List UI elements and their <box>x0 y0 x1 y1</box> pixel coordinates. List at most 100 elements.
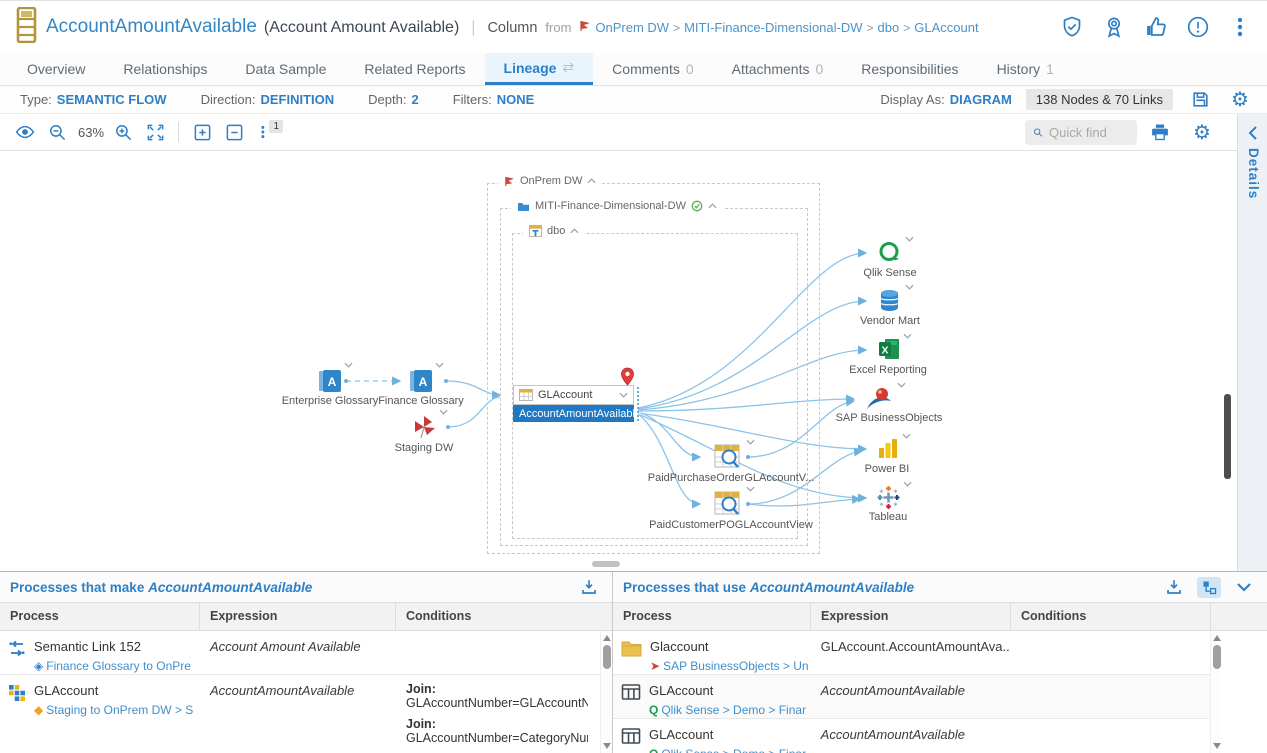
certified-shield-icon[interactable] <box>1059 14 1085 40</box>
tab-data-sample[interactable]: Data Sample <box>226 53 345 85</box>
collapse-chevron-icon[interactable] <box>570 228 579 234</box>
process-path-link[interactable]: ➤SAP BusinessObjects > Un <box>650 659 809 673</box>
overview-eye-icon[interactable] <box>12 119 38 145</box>
node-power-bi[interactable] <box>876 437 900 466</box>
scroll-down-arrow[interactable] <box>603 743 611 749</box>
scroll-up-arrow[interactable] <box>603 635 611 641</box>
node-chevron-icon[interactable] <box>897 382 906 388</box>
tree-view-toggle-icon[interactable] <box>1197 577 1221 598</box>
container-schema-header[interactable]: dbo <box>523 225 585 237</box>
node-vendor-mart[interactable] <box>877 288 902 318</box>
breadcrumb-link-database[interactable]: MITI-Finance-Dimensional-DW <box>684 20 862 35</box>
collapse-panel-chevron-icon[interactable] <box>1231 574 1257 600</box>
tab-attachments[interactable]: Attachments0 <box>713 53 843 85</box>
tab-lineage[interactable]: Lineage⇄ <box>485 53 594 85</box>
node-enterprise-glossary[interactable]: A <box>318 369 342 398</box>
node-chevron-icon[interactable] <box>439 409 448 415</box>
zoom-level: 63% <box>78 125 104 140</box>
lineage-canvas[interactable]: OnPrem DW MITI-Finance-Dimensional-DW db… <box>0 151 1237 571</box>
fit-to-screen-icon[interactable] <box>142 119 168 145</box>
download-icon[interactable] <box>1161 574 1187 600</box>
node-chevron-icon[interactable] <box>344 362 353 368</box>
breadcrumb-link-schema[interactable]: dbo <box>878 20 900 35</box>
node-label-paid-customer-po-view: PaidCustomerPOGLAccountView <box>646 519 816 531</box>
scroll-down-arrow[interactable] <box>1213 743 1221 749</box>
node-finance-glossary[interactable]: A <box>409 369 433 398</box>
collapse-chevron-icon[interactable] <box>708 203 717 209</box>
join-label: Join: <box>406 717 588 731</box>
canvas-horizontal-scrollbar[interactable] <box>592 561 620 567</box>
conditions-cell: Join: GLAccountNumber=GLAccountNum Join:… <box>396 675 588 753</box>
node-chevron-icon[interactable] <box>905 236 914 242</box>
use-row-glaccount-qlik-1[interactable]: GLAccount QQlik Sense > Demo > Finar Acc… <box>613 675 1210 719</box>
endorsement-ribbon-icon[interactable] <box>1101 14 1127 40</box>
tab-responsibilities[interactable]: Responsibilities <box>842 53 977 85</box>
direction-label: Direction: <box>201 92 256 107</box>
filters-value[interactable]: NONE <box>497 92 535 107</box>
node-chevron-icon[interactable] <box>903 481 912 487</box>
tab-overview[interactable]: Overview <box>8 53 104 85</box>
scroll-up-arrow[interactable] <box>1213 635 1221 641</box>
toolbar-more-icon[interactable]: 1 <box>259 119 285 145</box>
depth-value[interactable]: 2 <box>411 92 418 107</box>
folder-icon <box>621 638 642 667</box>
node-chevron-icon[interactable] <box>905 284 914 290</box>
node-chevron-icon[interactable] <box>746 486 755 492</box>
download-icon[interactable] <box>576 574 602 600</box>
expand-details-chevron-icon[interactable] <box>1248 126 1258 140</box>
use-row-glaccount-qlik-2[interactable]: GLAccount QQlik Sense > Demo > Finar Acc… <box>613 719 1210 753</box>
make-row-glaccount[interactable]: GLAccount ◆Staging to OnPrem DW > S Acco… <box>0 675 600 753</box>
node-chevron-icon[interactable] <box>902 433 911 439</box>
process-path-link[interactable]: QQlik Sense > Demo > Finar <box>649 747 806 753</box>
node-paid-customer-po-view[interactable] <box>714 491 742 522</box>
glaccount-table-header[interactable]: GLAccount <box>513 385 634 405</box>
print-icon[interactable] <box>1147 119 1173 145</box>
diagram-toolbar: 63% 1 ⚙ <box>0 114 1237 151</box>
lineage-settings-gear-icon[interactable]: ⚙ <box>1227 87 1253 113</box>
breadcrumb-link-table[interactable]: GLAccount <box>914 20 978 35</box>
direction-value[interactable]: DEFINITION <box>260 92 334 107</box>
process-path-link[interactable]: ◆Staging to OnPrem DW > S <box>34 703 193 717</box>
zoom-in-icon[interactable] <box>110 119 136 145</box>
alert-circle-icon[interactable] <box>1185 14 1211 40</box>
node-paid-purchase-order-view[interactable] <box>714 444 742 475</box>
node-chevron-icon[interactable] <box>903 333 912 339</box>
focus-column-row[interactable]: AccountAmountAvailable <box>513 405 634 422</box>
tab-comments[interactable]: Comments0 <box>593 53 712 85</box>
tab-related-reports[interactable]: Related Reports <box>345 53 484 85</box>
scroll-thumb[interactable] <box>1213 645 1221 669</box>
node-chevron-icon[interactable] <box>435 362 444 368</box>
type-value[interactable]: SEMANTIC FLOW <box>57 92 167 107</box>
like-thumb-icon[interactable] <box>1143 14 1169 40</box>
process-panels: Processes that make AccountAmountAvailab… <box>0 571 1267 753</box>
scroll-thumb[interactable] <box>603 645 611 669</box>
expand-chevron-icon[interactable] <box>619 392 628 398</box>
make-panel-scrollbar[interactable] <box>600 631 612 753</box>
quick-find-input[interactable] <box>1049 125 1129 140</box>
breadcrumb-link-model[interactable]: OnPrem DW <box>595 20 669 35</box>
process-path-link[interactable]: ◈Finance Glossary to OnPre <box>34 659 191 673</box>
expand-all-icon[interactable] <box>189 119 215 145</box>
node-excel-reporting[interactable]: X <box>877 337 901 366</box>
node-staging-dw[interactable] <box>411 414 437 445</box>
diagram-settings-gear-icon[interactable]: ⚙ <box>1189 119 1215 145</box>
mapping-diamond-icon: ◆ <box>34 703 43 717</box>
collapse-chevron-icon[interactable] <box>587 178 596 184</box>
use-panel-scrollbar[interactable] <box>1210 631 1222 753</box>
save-diagram-button[interactable] <box>1187 87 1213 113</box>
details-collapsed-panel[interactable]: Details <box>1237 114 1267 571</box>
make-row-semantic-link[interactable]: Semantic Link 152 ◈Finance Glossary to O… <box>0 631 600 675</box>
container-onprem-dw-header[interactable]: OnPrem DW <box>498 175 602 187</box>
tab-relationships[interactable]: Relationships <box>104 53 226 85</box>
zoom-out-icon[interactable] <box>44 119 70 145</box>
container-database-header[interactable]: MITI-Finance-Dimensional-DW <box>511 200 723 212</box>
use-row-glaccount-bo[interactable]: Glaccount ➤SAP BusinessObjects > Un GLAc… <box>613 631 1210 675</box>
process-path-link[interactable]: QQlik Sense > Demo > Finar <box>649 703 806 717</box>
node-chevron-icon[interactable] <box>746 439 755 445</box>
tab-history[interactable]: History1 <box>978 53 1073 85</box>
node-qlik-sense[interactable] <box>877 240 902 270</box>
collapse-all-icon[interactable] <box>221 119 247 145</box>
more-menu-icon[interactable] <box>1227 14 1253 40</box>
canvas-vertical-scrollbar[interactable] <box>1224 394 1231 479</box>
display-as-value[interactable]: DIAGRAM <box>950 92 1012 107</box>
